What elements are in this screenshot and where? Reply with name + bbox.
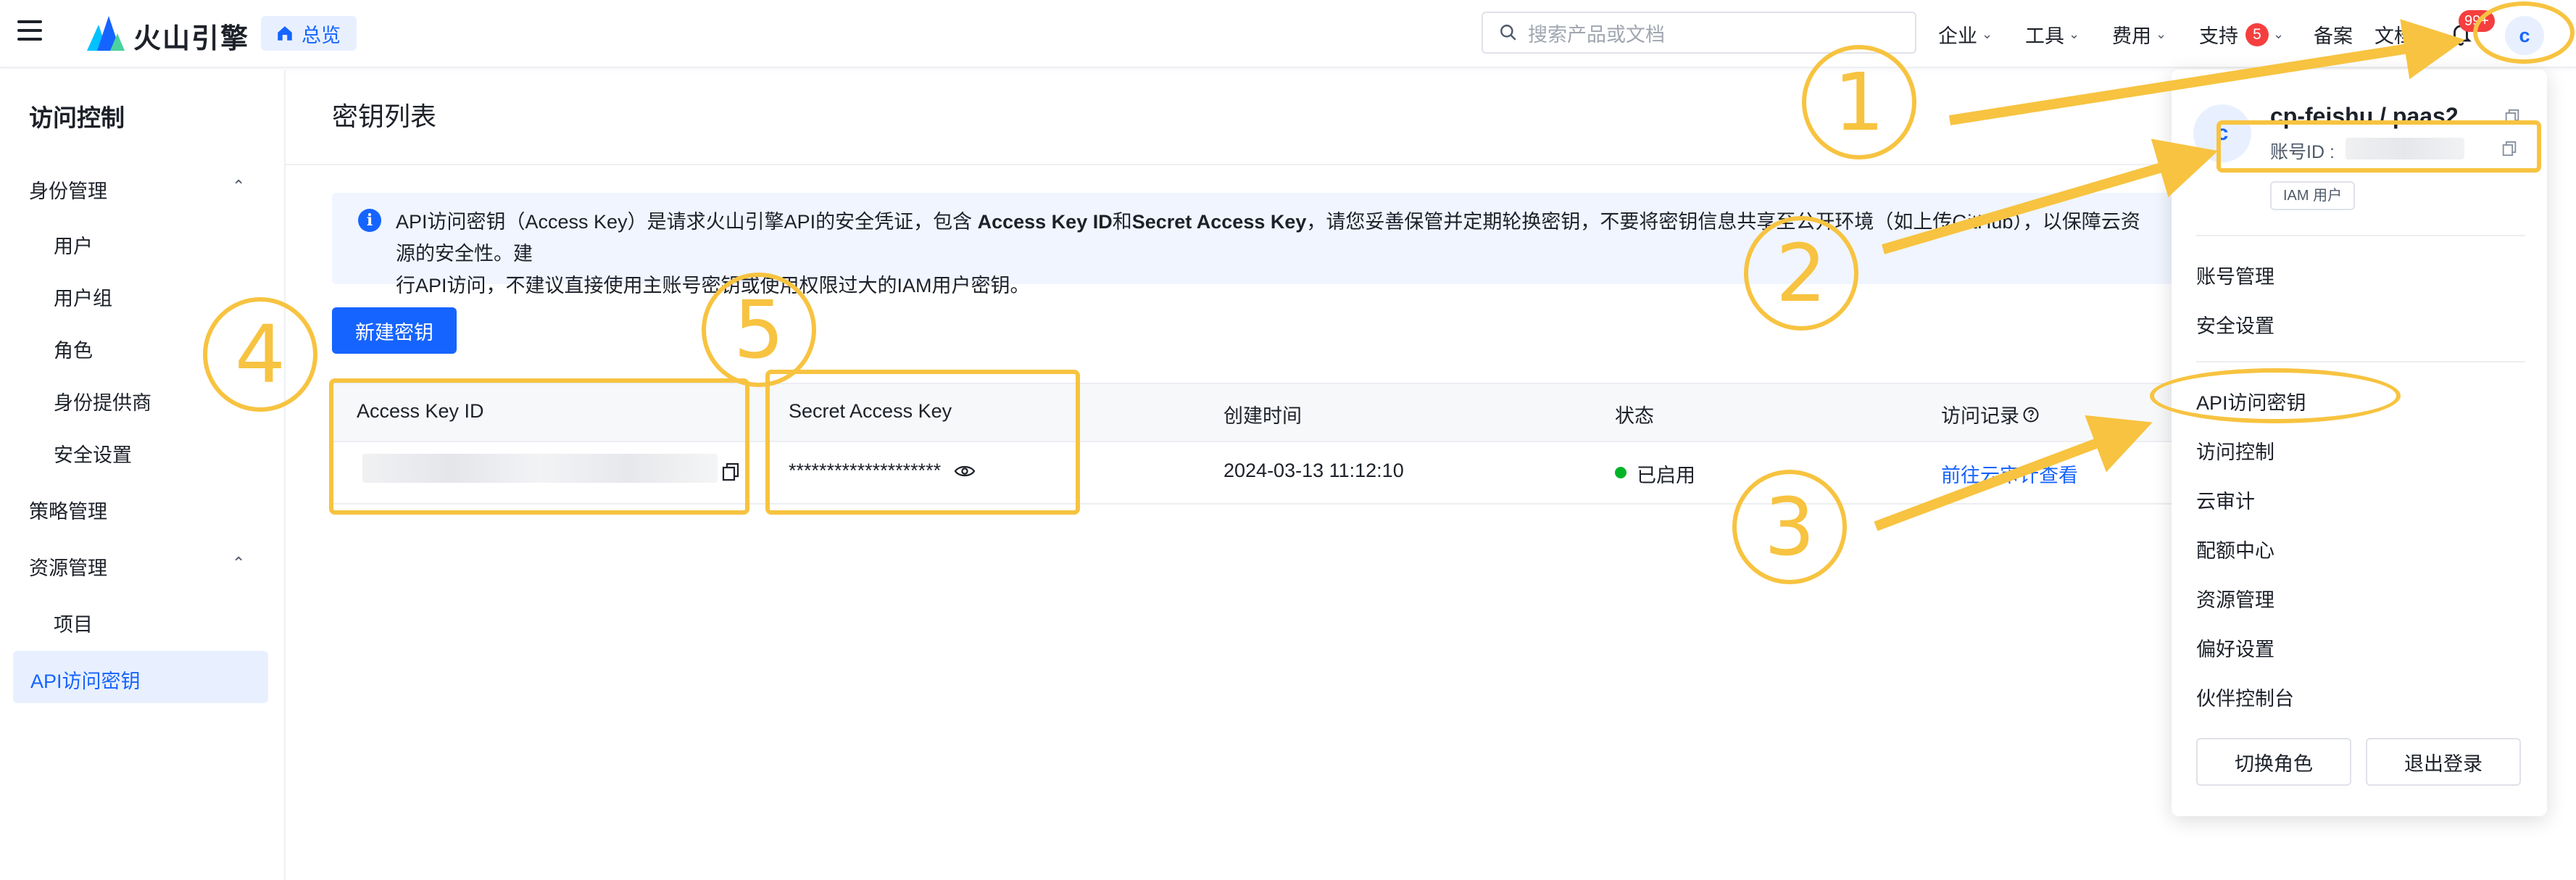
top-bar: 火山引擎 总览 搜索产品或文档 企业 ⌄ 工具 ⌄ 费用 ⌄ 支持 5 ⌄ 备案 文档 9… bbox=[0, 0, 2576, 68]
column-header-access-records: 访问记录 bbox=[1941, 400, 2040, 428]
brand-name[interactable]: 火山引擎 bbox=[133, 16, 249, 56]
notice-text-bold: Access Key ID bbox=[977, 211, 1113, 233]
chevron-down-icon: ⌄ bbox=[2273, 27, 2285, 41]
notice-text-bold: Secret Access Key bbox=[1131, 211, 1307, 233]
chevron-down-icon: ⌄ bbox=[2069, 27, 2080, 41]
sidebar-group-policy[interactable]: 策略管理 bbox=[29, 496, 107, 524]
nav-docs[interactable]: 文档 bbox=[2375, 20, 2414, 49]
nav-enterprise-label: 企业 bbox=[1938, 25, 1977, 47]
sidebar-item-identity-providers[interactable]: 身份提供商 bbox=[54, 387, 151, 415]
chevron-up-icon[interactable]: ⌃ bbox=[232, 177, 245, 196]
annotation-box-secret-key bbox=[765, 370, 1080, 515]
created-time-cell: 2024-03-13 11:12:10 bbox=[1223, 460, 1404, 481]
sidebar-item-user-groups[interactable]: 用户组 bbox=[54, 283, 112, 311]
chevron-down-icon: ⌄ bbox=[1982, 27, 1993, 41]
menu-item-preferences[interactable]: 偏好设置 bbox=[2196, 634, 2274, 662]
sidebar-group-identity[interactable]: 身份管理 bbox=[29, 175, 107, 204]
notice-text: API访问密钥（Access Key）是请求火山引擎API的安全凭证，包含 Ac… bbox=[396, 206, 2150, 302]
nav-docs-label: 文档 bbox=[2375, 25, 2414, 47]
column-header-created-time: 创建时间 bbox=[1223, 405, 1302, 427]
dropdown-divider bbox=[2196, 235, 2525, 236]
annotation-box-account-id bbox=[2216, 120, 2541, 173]
column-header-status: 状态 bbox=[1615, 405, 1654, 427]
logout-button[interactable]: 退出登录 bbox=[2366, 738, 2521, 786]
menu-item-access-control[interactable]: 访问控制 bbox=[2196, 436, 2274, 465]
annotation-ellipse-avatar bbox=[2473, 1, 2575, 64]
search-placeholder: 搜索产品或文档 bbox=[1528, 23, 1665, 46]
sidebar-item-api-keys-label[interactable]: API访问密钥 bbox=[30, 665, 141, 694]
menu-item-resource-management[interactable]: 资源管理 bbox=[2196, 584, 2274, 613]
help-icon[interactable] bbox=[2022, 406, 2040, 423]
column-header-access-records-label: 访问记录 bbox=[1941, 405, 2019, 427]
annotation-step-5: 5 bbox=[702, 273, 816, 387]
notice-text-line2: 行API访问，不建议直接使用主账号密钥或使用权限过大的IAM用户密钥。 bbox=[396, 275, 1030, 296]
switch-role-button[interactable]: 切换角色 bbox=[2196, 738, 2351, 786]
sidebar-item-roles[interactable]: 角色 bbox=[54, 335, 93, 363]
console-page: 火山引擎 总览 搜索产品或文档 企业 ⌄ 工具 ⌄ 费用 ⌄ 支持 5 ⌄ 备案 文档 9… bbox=[0, 0, 2576, 880]
hamburger-menu-icon[interactable] bbox=[17, 20, 42, 45]
annotation-step-1: 1 bbox=[1802, 45, 1916, 159]
sidebar-title: 访问控制 bbox=[29, 104, 125, 131]
annotation-step-2: 2 bbox=[1744, 216, 1858, 331]
nav-filing[interactable]: 备案 bbox=[2314, 20, 2353, 49]
sidebar-item-users[interactable]: 用户 bbox=[54, 231, 93, 259]
overview-label: 总览 bbox=[302, 24, 341, 46]
dropdown-divider bbox=[2196, 361, 2525, 362]
menu-item-security-settings[interactable]: 安全设置 bbox=[2196, 310, 2274, 339]
nav-billing-label: 费用 bbox=[2112, 25, 2151, 47]
menu-item-partner-console[interactable]: 伙伴控制台 bbox=[2196, 683, 2294, 711]
annotation-ellipse-api-keys bbox=[2150, 368, 2401, 423]
nav-tools-label: 工具 bbox=[2025, 25, 2064, 47]
sidebar-group-resources[interactable]: 资源管理 bbox=[29, 552, 107, 581]
info-icon: i bbox=[358, 209, 381, 232]
status-dot-icon bbox=[1615, 467, 1626, 478]
notice-text-part: API访问密钥（Access Key）是请求火山引擎API的安全凭证，包含 bbox=[396, 211, 978, 233]
new-key-button[interactable]: 新建密钥 bbox=[332, 307, 457, 354]
annotation-step-3: 3 bbox=[1732, 470, 1847, 584]
status-cell: 已启用 bbox=[1637, 465, 1695, 486]
nav-enterprise[interactable]: 企业 ⌄ bbox=[1938, 20, 1993, 49]
nav-filing-label: 备案 bbox=[2314, 25, 2353, 47]
annotation-box-access-key-id bbox=[329, 378, 749, 515]
sidebar-item-security-settings[interactable]: 安全设置 bbox=[54, 439, 132, 468]
nav-support[interactable]: 支持 5 ⌄ bbox=[2199, 20, 2284, 49]
home-icon bbox=[278, 26, 292, 41]
menu-item-cloud-audit[interactable]: 云审计 bbox=[2196, 486, 2255, 514]
iam-user-tag: IAM 用户 bbox=[2270, 181, 2356, 210]
sidebar-item-projects[interactable]: 项目 bbox=[54, 609, 93, 637]
divider bbox=[286, 164, 2170, 165]
menu-item-account-management[interactable]: 账号管理 bbox=[2196, 261, 2274, 289]
annotation-step-4: 4 bbox=[203, 297, 317, 412]
nav-tools[interactable]: 工具 ⌄ bbox=[2025, 20, 2080, 49]
chevron-up-icon[interactable]: ⌃ bbox=[232, 554, 245, 573]
notice-text-part: 和 bbox=[1112, 211, 1132, 233]
support-badge: 5 bbox=[2245, 22, 2269, 46]
overview-button[interactable]: 总览 bbox=[261, 16, 357, 51]
chevron-down-icon: ⌄ bbox=[2156, 27, 2167, 41]
search-icon bbox=[1500, 25, 1516, 41]
menu-item-quota-center[interactable]: 配额中心 bbox=[2196, 535, 2274, 563]
audit-record-link[interactable]: 前往云审计查看 bbox=[1941, 460, 2078, 488]
volcengine-logo-icon[interactable] bbox=[86, 14, 126, 52]
nav-support-label: 支持 bbox=[2199, 25, 2238, 47]
nav-billing[interactable]: 费用 ⌄ bbox=[2112, 20, 2166, 49]
page-title: 密钥列表 bbox=[332, 101, 437, 131]
